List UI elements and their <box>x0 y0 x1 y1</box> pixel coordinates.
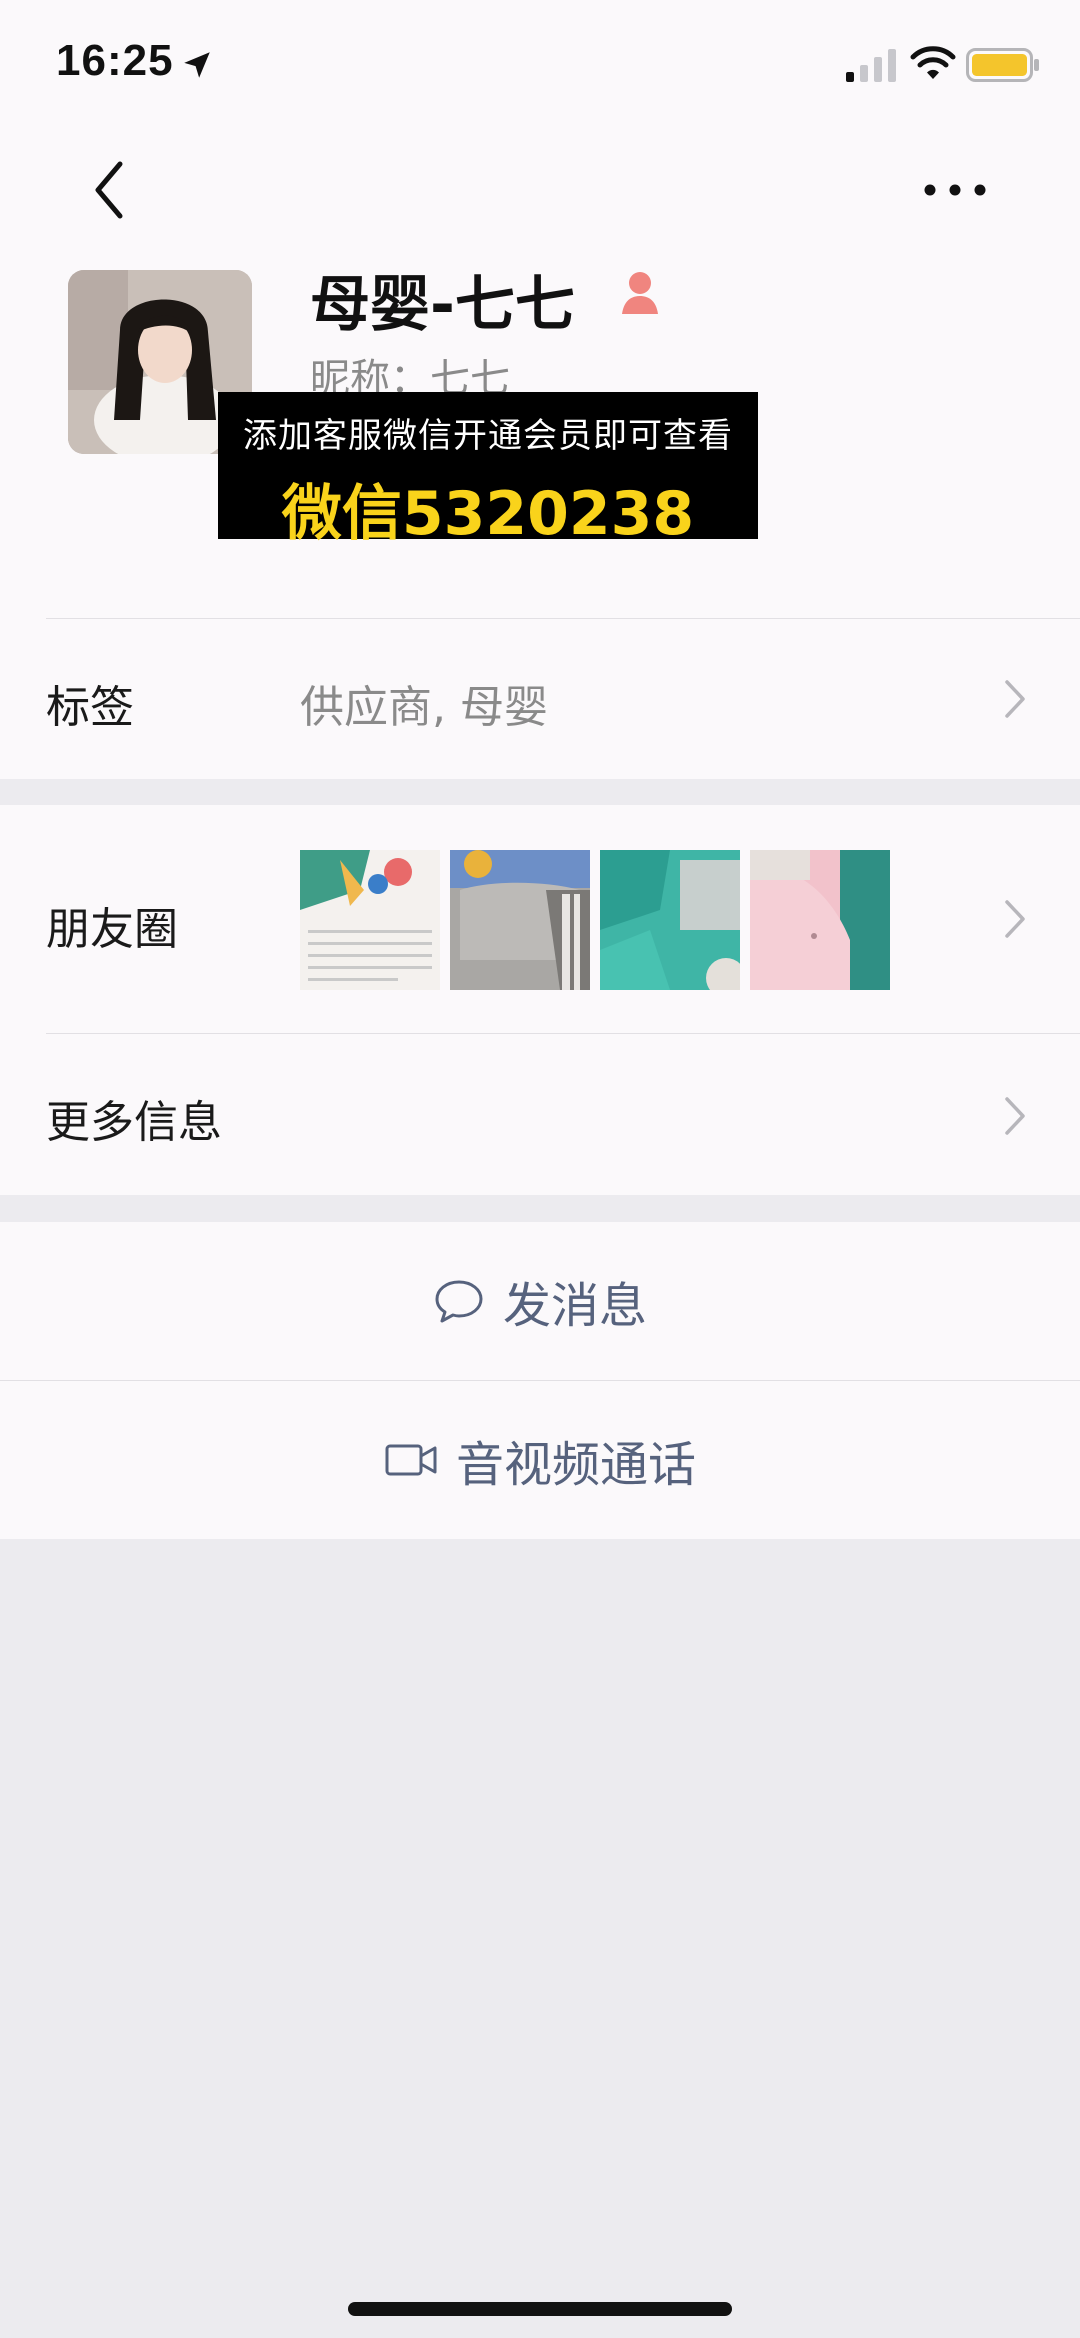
promo-text: 添加客服微信开通会员即可查看 <box>243 416 733 456</box>
chevron-right-icon <box>1005 680 1025 718</box>
moments-label: 朋友圈 <box>46 904 178 955</box>
promo-wechat-id: 微信5320238 <box>281 479 695 549</box>
video-call-button[interactable]: 音视频通话 <box>0 1381 1080 1539</box>
contact-profile-screen: 16:25 母婴-七七 昵称：七七 添加客服微信开通会员即可查看 微信53202… <box>0 0 1080 2338</box>
video-call-label: 音视频通话 <box>455 1437 696 1493</box>
back-chevron-icon[interactable] <box>80 152 140 228</box>
status-time: 16:25 <box>56 36 174 85</box>
chevron-right-icon <box>1005 900 1025 938</box>
location-arrow-icon <box>184 52 210 78</box>
chevron-right-icon <box>1005 1097 1025 1135</box>
send-message-button[interactable]: 发消息 <box>0 1222 1080 1380</box>
promo-banner: 添加客服微信开通会员即可查看 微信5320238 <box>218 392 758 549</box>
moments-thumbnail <box>450 850 590 990</box>
moments-thumbnail <box>300 850 440 990</box>
female-user-icon <box>622 272 658 314</box>
more-info-row[interactable]: 更多信息 <box>0 1034 1080 1194</box>
video-camera-icon <box>385 1444 437 1476</box>
battery-icon <box>966 48 1039 82</box>
chat-bubble-icon <box>435 1280 483 1323</box>
wifi-icon <box>910 46 956 79</box>
tags-value: 供应商, 母婴 <box>300 682 548 733</box>
moments-thumbnail <box>750 850 890 990</box>
send-message-label: 发消息 <box>502 1278 647 1334</box>
more-info-label: 更多信息 <box>46 1097 222 1148</box>
moments-thumbnail <box>600 850 740 990</box>
cellular-signal-icon <box>846 49 896 82</box>
profile-name: 母婴-七七 <box>310 270 575 340</box>
tags-label: 标签 <box>46 682 134 733</box>
home-indicator[interactable] <box>348 2302 732 2316</box>
more-dots-icon[interactable] <box>920 170 990 210</box>
status-bar: 16:25 <box>0 0 1080 120</box>
tags-row[interactable]: 标签 供应商, 母婴 <box>0 619 1080 779</box>
